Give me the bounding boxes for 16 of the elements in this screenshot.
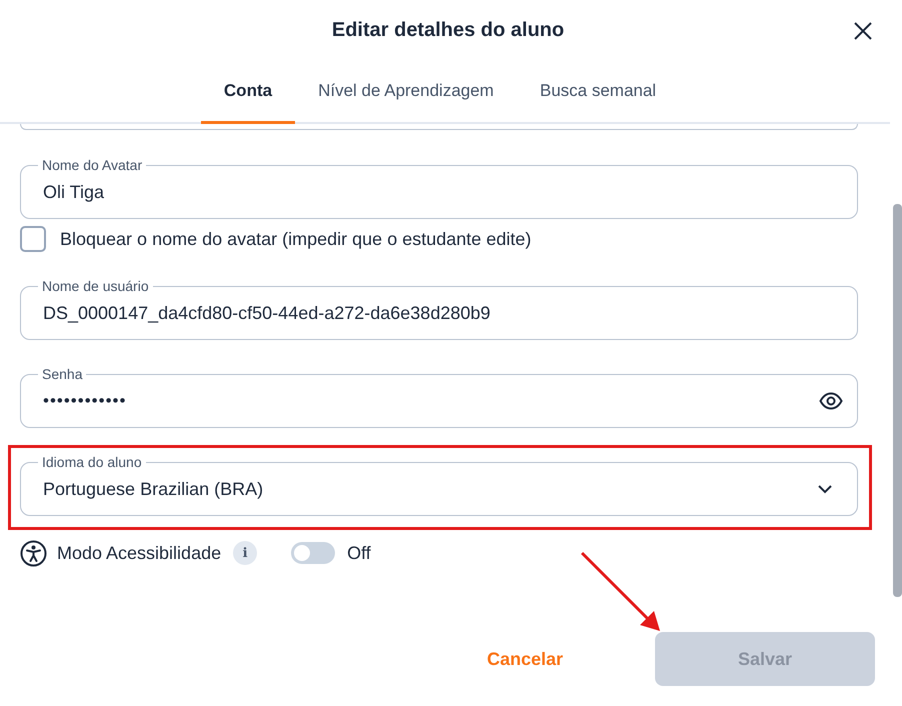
tab[interactable]: Busca semanal	[516, 60, 680, 124]
eye-icon[interactable]	[819, 392, 843, 410]
accessibility-icon	[20, 540, 47, 566]
input-field[interactable]	[20, 124, 858, 130]
toggle-state: Off	[347, 542, 371, 564]
chevron-down-icon[interactable]	[817, 484, 833, 494]
checkbox-label: Bloquear o nome do avatar (impedir que o estudante edite)	[60, 228, 532, 250]
tab[interactable]: Conta	[200, 60, 296, 124]
checkbox[interactable]	[20, 226, 46, 252]
accessibility-label: Modo Acessibilidade	[57, 542, 222, 564]
tab[interactable]: Nível de Aprendizagem	[295, 60, 517, 124]
close-icon[interactable]	[853, 21, 873, 41]
toggle-switch[interactable]	[291, 542, 336, 564]
info-icon[interactable]: i	[233, 541, 258, 565]
scrollbar-thumb[interactable]	[893, 204, 902, 597]
dialog-title: Editar detalhes do aluno	[332, 18, 564, 42]
